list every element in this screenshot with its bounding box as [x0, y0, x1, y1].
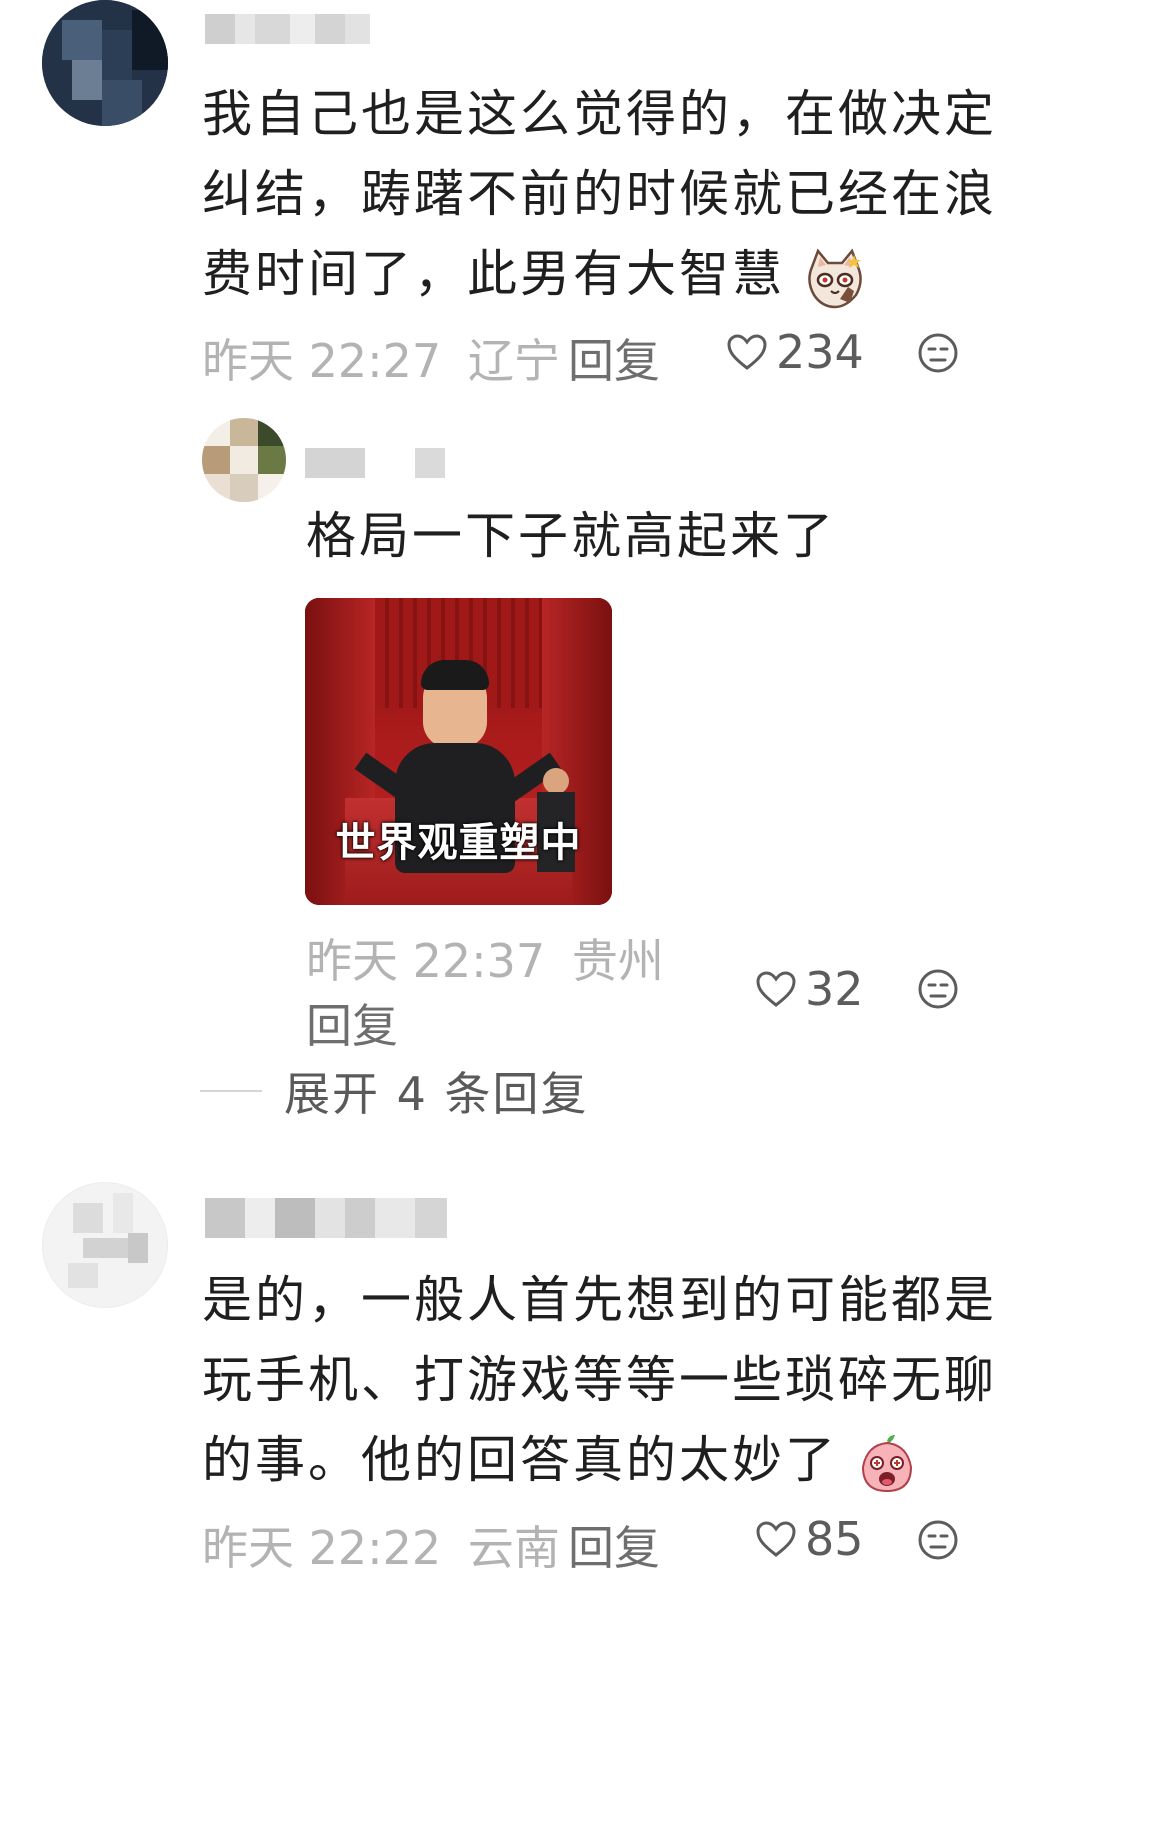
- expand-replies-label: 展开 4 条回复: [284, 1067, 589, 1121]
- reply-avatar[interactable]: [202, 418, 286, 502]
- comment-text-line-3: 的事。他的回答真的太妙了: [202, 1414, 917, 1506]
- comment-time: 昨天 22:27: [202, 334, 442, 388]
- reply-reply-button[interactable]: 回复: [306, 990, 398, 1056]
- reply-button[interactable]: 回复: [568, 325, 660, 391]
- cat-sticker-icon: [808, 248, 862, 308]
- reply-time: 昨天 22:37: [306, 934, 546, 988]
- comment-meta: 昨天 22:22 云南: [202, 1512, 560, 1578]
- comment-text-line-3-text: 的事。他的回答真的太妙了: [202, 1431, 838, 1489]
- dislike-icon[interactable]: [917, 332, 959, 374]
- image-caption: 世界观重塑中: [335, 820, 582, 866]
- username[interactable]: [205, 1198, 447, 1238]
- reply-text: 格局一下子就高起来了: [306, 507, 836, 565]
- heart-icon: [727, 334, 767, 370]
- comment-time: 昨天 22:22: [202, 1521, 442, 1575]
- reply-like-count: 32: [805, 962, 864, 1016]
- reply-location: 贵州: [571, 934, 664, 988]
- comment-text-line-3-text: 费时间了，此男有大智慧: [202, 245, 785, 303]
- comment-text-line-1: 我自己也是这么觉得的，在做决定: [202, 85, 997, 143]
- like-button[interactable]: 85: [755, 1512, 864, 1566]
- comment-text-line-3: 费时间了，此男有大智慧: [202, 228, 866, 320]
- avatar[interactable]: [42, 0, 168, 126]
- like-count: 234: [776, 325, 864, 379]
- avatar[interactable]: [42, 1182, 168, 1308]
- comment-location: 云南: [467, 1521, 560, 1575]
- comment-location: 辽宁: [467, 334, 560, 388]
- heart-icon: [756, 971, 796, 1007]
- reply-meta: 昨天 22:37 贵州: [306, 925, 664, 991]
- username[interactable]: [205, 14, 370, 44]
- comment-text-line-2: 纠结，踌躇不前的时候就已经在浪: [202, 165, 997, 223]
- expand-divider: [200, 1090, 262, 1092]
- reply-like-button[interactable]: 32: [755, 962, 864, 1016]
- comment-meta: 昨天 22:27 辽宁: [202, 325, 560, 391]
- expand-replies[interactable]: 展开 4 条回复: [200, 1058, 589, 1124]
- peach-sticker-icon: [861, 1434, 912, 1492]
- comment-text-line-1: 是的，一般人首先想到的可能都是: [202, 1271, 997, 1329]
- like-button[interactable]: 234: [726, 325, 864, 379]
- dislike-icon[interactable]: [917, 1519, 959, 1561]
- reply-button[interactable]: 回复: [568, 1512, 660, 1578]
- reply-image[interactable]: 世界观重塑中: [305, 598, 612, 905]
- heart-icon: [756, 1521, 796, 1557]
- comment-text-line-2: 玩手机、打游戏等等一些琐碎无聊: [202, 1351, 997, 1409]
- reply-username[interactable]: [305, 448, 445, 478]
- like-count: 85: [805, 1512, 864, 1566]
- dislike-icon[interactable]: [917, 968, 959, 1010]
